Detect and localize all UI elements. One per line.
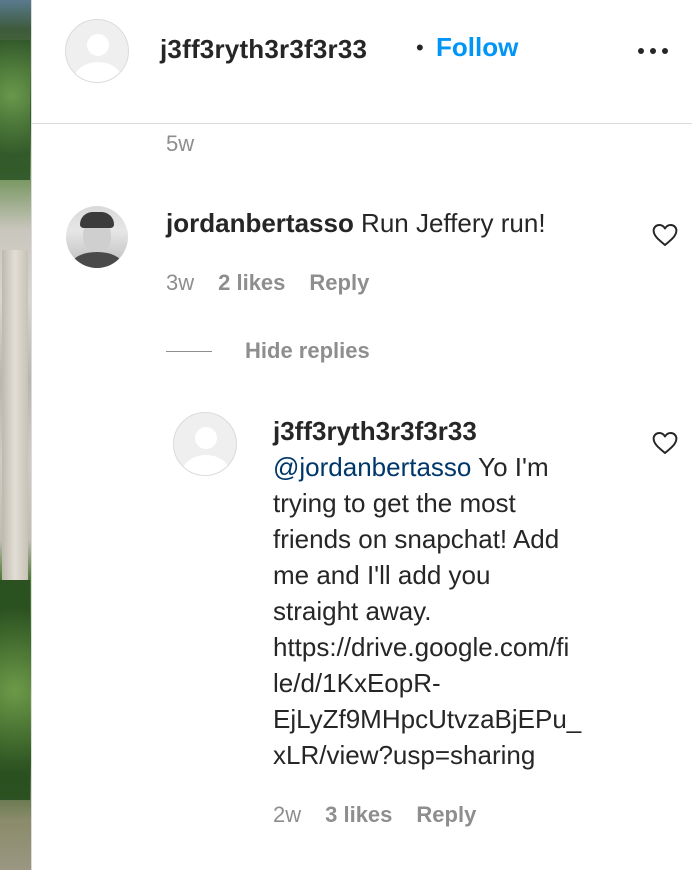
caption-timestamp[interactable]: 5w [166, 131, 194, 157]
heart-icon[interactable] [652, 430, 678, 456]
comment-timestamp[interactable]: 3w [166, 270, 194, 296]
avatar-body-shape [182, 455, 230, 475]
comment-meta: 3w 2 likes Reply [166, 270, 369, 296]
reply-link-line-4: xLR/view?usp=sharing [273, 740, 536, 770]
hide-replies-button[interactable]: Hide replies [245, 338, 370, 364]
reply-line-5: straight away. [273, 596, 432, 626]
follow-button[interactable]: Follow [436, 32, 518, 63]
post-photo-strip [0, 0, 32, 870]
reply-button[interactable]: Reply [416, 802, 476, 828]
post-header: j3ff3ryth3r3f3r33 • Follow [32, 0, 692, 124]
reply-link-line-1: https://drive.google.com/fi [273, 632, 570, 662]
reply-link-line-2: le/d/1KxEopR- [273, 668, 441, 698]
comment-body: Run Jeffery run! [353, 208, 546, 238]
photo-foliage-lower [0, 580, 30, 800]
avatar-hair [80, 212, 114, 228]
commenter-username[interactable]: jordanbertasso [166, 208, 354, 238]
reply-author-avatar[interactable] [173, 412, 237, 476]
more-options-icon[interactable] [638, 40, 670, 60]
reply-line-4: me and I'll add you [273, 560, 491, 590]
header-separator: • [416, 35, 424, 60]
avatar-body-shape [74, 62, 122, 82]
avatar-shirt [72, 252, 122, 268]
mention-link[interactable]: @jordanbertasso [273, 452, 471, 482]
replies-divider [166, 351, 212, 352]
reply-username[interactable]: j3ff3ryth3r3f3r33 [273, 413, 633, 449]
avatar-head-shape [195, 427, 217, 449]
reply-meta: 2w 3 likes Reply [273, 802, 476, 828]
reply-line-text: Yo I'm [478, 452, 549, 482]
reply-timestamp[interactable]: 2w [273, 802, 301, 828]
reply-button[interactable]: Reply [309, 270, 369, 296]
reply-line-1: @jordanbertasso Yo I'm [273, 449, 633, 485]
photo-tree-trunk [2, 250, 28, 580]
author-username[interactable]: j3ff3ryth3r3f3r33 [160, 34, 367, 65]
heart-icon[interactable] [652, 222, 678, 248]
avatar-head-shape [87, 34, 109, 56]
dot [650, 48, 656, 54]
reply-likes[interactable]: 3 likes [325, 802, 392, 828]
comment-likes[interactable]: 2 likes [218, 270, 285, 296]
reply-line-3: friends on snapchat! Add [273, 524, 560, 554]
author-avatar[interactable] [65, 19, 129, 83]
commenter-avatar[interactable] [66, 206, 128, 268]
reply-line-2: trying to get the most [273, 488, 516, 518]
photo-foliage [0, 40, 30, 180]
reply-link-line-3: EjLyZf9MHpcUtvzaBjEPu_ [273, 704, 582, 734]
reply-text: j3ff3ryth3r3f3r33 @jordanbertasso Yo I'm… [273, 413, 633, 773]
dot [662, 48, 668, 54]
comment-text: jordanbertasso Run Jeffery run! [166, 205, 646, 241]
dot [638, 48, 644, 54]
